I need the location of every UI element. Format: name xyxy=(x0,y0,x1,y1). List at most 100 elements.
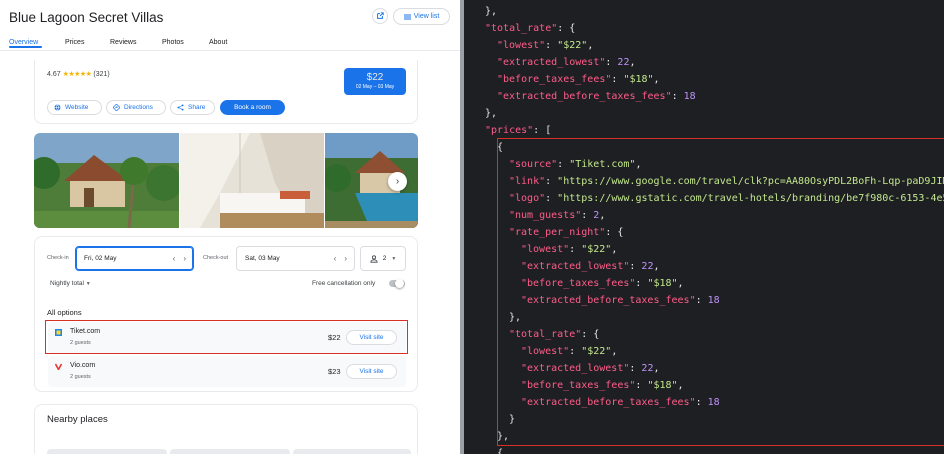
nightly-total-label: Nightly total xyxy=(50,280,84,287)
option-name: Vio.com xyxy=(70,362,96,369)
code-token: }, xyxy=(485,6,498,17)
option-guests: 2 guests xyxy=(70,374,91,380)
price-dates: 02 May – 03 May xyxy=(355,84,395,90)
all-options-heading: All options xyxy=(47,308,82,317)
dropdown-arrow-icon: ▼ xyxy=(391,255,397,262)
website-button[interactable]: Website xyxy=(47,100,102,115)
tabs-divider xyxy=(0,50,460,51)
open-external-button[interactable] xyxy=(372,8,388,24)
code-token: , xyxy=(587,40,594,51)
free-cancellation-toggle[interactable] xyxy=(389,279,405,288)
chevron-right-icon: › xyxy=(395,176,400,187)
option-price: $23 xyxy=(328,367,341,376)
photo-villa-garden[interactable] xyxy=(34,133,179,228)
chevron-left-icon[interactable]: ‹ xyxy=(334,254,337,263)
nightly-total-dropdown[interactable]: Nightly total ▼ xyxy=(50,280,91,287)
checkin-field[interactable]: Fri, 02 May ‹ › xyxy=(75,246,194,271)
list-icon xyxy=(403,14,411,19)
view-list-label: View list xyxy=(413,13,440,20)
nearby-thumbnail[interactable] xyxy=(293,449,411,454)
code-token: { xyxy=(497,448,504,454)
code-token: "prices" xyxy=(485,125,534,136)
directions-button[interactable]: Directions xyxy=(106,100,166,115)
code-token: : xyxy=(671,91,684,102)
code-token: "extracted_lowest" xyxy=(497,57,606,68)
tab-reviews[interactable]: Reviews xyxy=(110,39,136,46)
chevron-left-icon[interactable]: ‹ xyxy=(173,254,176,263)
code-line: "before_taxes_fees": "$18", xyxy=(497,71,660,88)
share-label: Share xyxy=(188,104,206,111)
review-count[interactable]: (321) xyxy=(93,71,109,78)
checkout-field[interactable]: Sat, 03 May ‹ › xyxy=(236,246,355,271)
website-label: Website xyxy=(65,104,89,111)
directions-icon xyxy=(113,104,120,111)
nearby-thumbnail[interactable] xyxy=(170,449,290,454)
tab-prices[interactable]: Prices xyxy=(65,39,84,46)
view-list-button[interactable]: View list xyxy=(393,8,450,25)
nearby-heading: Nearby places xyxy=(47,414,108,425)
active-tab-indicator xyxy=(9,46,42,48)
code-token: 18 xyxy=(683,91,696,102)
checkin-label: Check-in xyxy=(47,255,69,261)
tab-about[interactable]: About xyxy=(209,39,227,46)
code-line: }, xyxy=(485,105,497,122)
checkout-label: Check-out xyxy=(203,255,229,261)
code-line: { xyxy=(497,445,503,454)
globe-icon xyxy=(54,104,61,111)
book-room-button[interactable]: Book a room xyxy=(220,100,285,115)
hotel-title: Blue Lagoon Secret Villas xyxy=(9,10,164,25)
price-value: $22 xyxy=(366,72,384,83)
code-token: }, xyxy=(485,108,498,119)
code-token: , xyxy=(653,74,660,85)
code-line: "extracted_lowest": 22, xyxy=(497,54,636,71)
nearby-card xyxy=(34,404,418,454)
code-token: "lowest" xyxy=(497,40,546,51)
share-icon xyxy=(177,104,184,111)
code-token: "total_rate" xyxy=(485,23,558,34)
code-token: : xyxy=(611,74,624,85)
highlight-box xyxy=(45,320,408,354)
code-token: "$22" xyxy=(557,40,588,51)
share-button[interactable]: Share xyxy=(170,100,215,115)
rating-stars: ★★★★★ xyxy=(62,71,92,78)
price-button[interactable]: $22 02 May – 03 May xyxy=(344,68,406,95)
code-token: "$18" xyxy=(623,74,654,85)
code-line: "total_rate": { xyxy=(485,20,575,37)
code-line: "extracted_before_taxes_fees": 18 xyxy=(497,88,696,105)
vio-logo-icon xyxy=(55,363,62,370)
code-token: : { xyxy=(557,23,576,34)
code-token: "extracted_before_taxes_fees" xyxy=(497,91,672,102)
nearby-thumbnail[interactable] xyxy=(47,449,167,454)
code-token: : xyxy=(545,40,558,51)
guests-count: 2 xyxy=(382,255,387,262)
checkout-value: Sat, 03 May xyxy=(245,255,280,262)
dropdown-arrow-icon: ▼ xyxy=(85,281,91,287)
code-line: "prices": [ xyxy=(485,122,551,139)
code-highlight-box xyxy=(497,138,944,446)
chevron-right-icon[interactable]: › xyxy=(183,254,186,263)
code-line: "lowest": "$22", xyxy=(497,37,593,54)
chevron-right-icon[interactable]: › xyxy=(344,254,347,263)
guests-selector[interactable]: 2 ▼ xyxy=(360,246,406,271)
tab-bar: Overview Prices Reviews Photos About xyxy=(0,36,460,50)
option-row[interactable]: Vio.com 2 guests $23 Visit site xyxy=(48,356,406,387)
code-token: "before_taxes_fees" xyxy=(497,74,612,85)
code-token: , xyxy=(629,57,636,68)
hotel-panel: Blue Lagoon Secret Villas View list Over… xyxy=(0,0,460,454)
checkin-value: Fri, 02 May xyxy=(84,255,117,262)
tab-overview[interactable]: Overview xyxy=(9,39,38,46)
code-token: : [ xyxy=(533,125,552,136)
code-line: }, xyxy=(485,3,497,20)
code-token: : xyxy=(605,57,618,68)
code-token: 22 xyxy=(617,57,630,68)
free-cancellation-label: Free cancellation only xyxy=(312,280,376,287)
rating-row: 4.67 ★★★★★ (321) xyxy=(47,70,110,78)
open-external-icon xyxy=(377,12,384,19)
person-icon xyxy=(370,254,378,263)
photos-next-button[interactable]: › xyxy=(388,172,407,191)
tab-photos[interactable]: Photos xyxy=(162,39,184,46)
book-room-label: Book a room xyxy=(234,104,271,111)
visit-site-button[interactable]: Visit site xyxy=(346,364,397,379)
photo-villa-bedroom[interactable] xyxy=(180,133,324,228)
directions-label: Directions xyxy=(124,104,153,111)
